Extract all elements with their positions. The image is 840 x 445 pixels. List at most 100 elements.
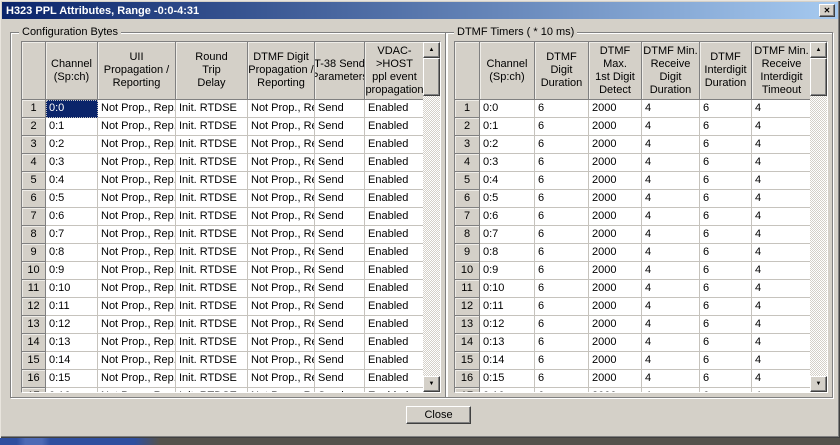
grid-cell[interactable]: 2000: [589, 154, 642, 172]
grid-cell[interactable]: Send: [315, 352, 365, 370]
grid-cell[interactable]: Init. RTDSE: [176, 280, 248, 298]
grid-cell[interactable]: 6: [700, 298, 752, 316]
row-header[interactable]: 12: [455, 298, 480, 316]
grid-cell[interactable]: Init. RTDSE: [176, 316, 248, 334]
row-header[interactable]: 6: [22, 190, 46, 208]
grid-cell[interactable]: Init. RTDSE: [176, 154, 248, 172]
grid-cell[interactable]: 4: [642, 298, 700, 316]
close-button[interactable]: Close: [406, 406, 471, 424]
grid-cell[interactable]: 0:2: [480, 136, 535, 154]
grid-cell[interactable]: Not Prop., Rep.: [248, 226, 315, 244]
column-header[interactable]: DTMF Min. Receive Interdigit Timeout: [752, 42, 812, 99]
row-header[interactable]: 4: [455, 154, 480, 172]
grid-cell[interactable]: Not Prop., Rep.: [248, 280, 315, 298]
grid-cell[interactable]: 6: [535, 280, 589, 298]
grid-cell[interactable]: 6: [700, 172, 752, 190]
grid-cell[interactable]: 0:6: [46, 208, 98, 226]
grid-cell[interactable]: 6: [700, 262, 752, 280]
grid-cell[interactable]: 4: [752, 316, 812, 334]
grid-cell[interactable]: 6: [700, 316, 752, 334]
grid-cell[interactable]: Send: [315, 100, 365, 118]
column-header[interactable]: DTMF Interdigit Duration: [700, 42, 752, 99]
grid-cell[interactable]: 6: [535, 298, 589, 316]
grid-cell[interactable]: Not Prop., Rep.: [248, 190, 315, 208]
grid-cell[interactable]: Init. RTDSE: [176, 118, 248, 136]
grid-cell[interactable]: 2000: [589, 172, 642, 190]
row-header[interactable]: 15: [22, 352, 46, 370]
grid-cell[interactable]: 4: [752, 388, 812, 392]
grid-cell[interactable]: 6: [535, 226, 589, 244]
row-header[interactable]: 9: [455, 244, 480, 262]
grid-cell[interactable]: Not Prop., Rep.: [248, 262, 315, 280]
grid-cell[interactable]: Not Prop., Rep.: [98, 262, 176, 280]
timers-grid-vertical-scrollbar[interactable]: ▲ ▼: [810, 42, 827, 392]
row-header[interactable]: 7: [22, 208, 46, 226]
row-header[interactable]: 11: [455, 280, 480, 298]
configuration-grid-vertical-scrollbar[interactable]: ▲ ▼: [423, 42, 440, 392]
grid-cell[interactable]: 4: [642, 334, 700, 352]
grid-cell[interactable]: 0:11: [46, 298, 98, 316]
grid-cell[interactable]: Not Prop., Rep.: [248, 352, 315, 370]
grid-cell[interactable]: 4: [642, 226, 700, 244]
grid-cell[interactable]: 2000: [589, 316, 642, 334]
grid-cell[interactable]: 6: [700, 334, 752, 352]
grid-cell[interactable]: 0:10: [480, 280, 535, 298]
grid-cell[interactable]: Enabled: [365, 262, 425, 280]
grid-cell[interactable]: 0:9: [46, 262, 98, 280]
row-header[interactable]: 3: [455, 136, 480, 154]
grid-cell[interactable]: 2000: [589, 100, 642, 118]
grid-cell[interactable]: 0:15: [480, 370, 535, 388]
column-header[interactable]: T-38 Send Parameters: [315, 42, 365, 99]
column-header[interactable]: DTMF Max. 1st Digit Detect: [589, 42, 642, 99]
grid-cell[interactable]: 0:1: [46, 118, 98, 136]
row-header[interactable]: 10: [22, 262, 46, 280]
grid-cell[interactable]: Not Prop., Rep.: [98, 316, 176, 334]
row-header[interactable]: 13: [455, 316, 480, 334]
row-header[interactable]: 14: [22, 334, 46, 352]
column-header[interactable]: Channel (Sp:ch): [46, 42, 98, 99]
grid-cell[interactable]: Not Prop., Rep.: [248, 388, 315, 392]
row-header[interactable]: 6: [455, 190, 480, 208]
column-header[interactable]: Round Trip Delay: [176, 42, 248, 99]
grid-cell[interactable]: 4: [642, 154, 700, 172]
grid-cell[interactable]: Enabled: [365, 244, 425, 262]
grid-cell[interactable]: 6: [535, 154, 589, 172]
row-header[interactable]: 8: [22, 226, 46, 244]
grid-cell[interactable]: 0:8: [46, 244, 98, 262]
grid-cell[interactable]: Not Prop., Rep.: [98, 298, 176, 316]
grid-cell[interactable]: 4: [752, 118, 812, 136]
grid-cell[interactable]: 6: [700, 280, 752, 298]
grid-cell[interactable]: Init. RTDSE: [176, 370, 248, 388]
grid-cell[interactable]: 2000: [589, 226, 642, 244]
grid-cell[interactable]: 4: [642, 136, 700, 154]
grid-cell[interactable]: Enabled: [365, 334, 425, 352]
grid-cell[interactable]: 6: [535, 118, 589, 136]
row-header[interactable]: 7: [455, 208, 480, 226]
grid-cell[interactable]: 6: [700, 118, 752, 136]
grid-cell[interactable]: 0:1: [480, 118, 535, 136]
scroll-up-button[interactable]: ▲: [423, 42, 440, 58]
grid-cell[interactable]: 0:7: [46, 226, 98, 244]
grid-cell[interactable]: 0:7: [480, 226, 535, 244]
grid-cell[interactable]: 0:3: [46, 154, 98, 172]
row-header[interactable]: 8: [455, 226, 480, 244]
row-header[interactable]: 3: [22, 136, 46, 154]
grid-cell[interactable]: Send: [315, 370, 365, 388]
grid-cell[interactable]: 2000: [589, 118, 642, 136]
grid-cell[interactable]: Not Prop., Rep.: [98, 136, 176, 154]
grid-cell[interactable]: 6: [700, 370, 752, 388]
grid-cell[interactable]: 0:5: [480, 190, 535, 208]
grid-cell[interactable]: 0:13: [46, 334, 98, 352]
grid-cell[interactable]: 2000: [589, 190, 642, 208]
grid-cell[interactable]: Send: [315, 118, 365, 136]
grid-cell[interactable]: 0:13: [480, 334, 535, 352]
grid-cell[interactable]: Send: [315, 226, 365, 244]
grid-cell[interactable]: 4: [642, 352, 700, 370]
grid-cell[interactable]: 4: [752, 136, 812, 154]
grid-cell[interactable]: Enabled: [365, 136, 425, 154]
grid-cell[interactable]: 0:3: [480, 154, 535, 172]
grid-cell[interactable]: Not Prop., Rep.: [98, 244, 176, 262]
grid-cell[interactable]: Not Prop., Rep.: [98, 154, 176, 172]
grid-cell[interactable]: Enabled: [365, 208, 425, 226]
grid-cell[interactable]: Send: [315, 172, 365, 190]
